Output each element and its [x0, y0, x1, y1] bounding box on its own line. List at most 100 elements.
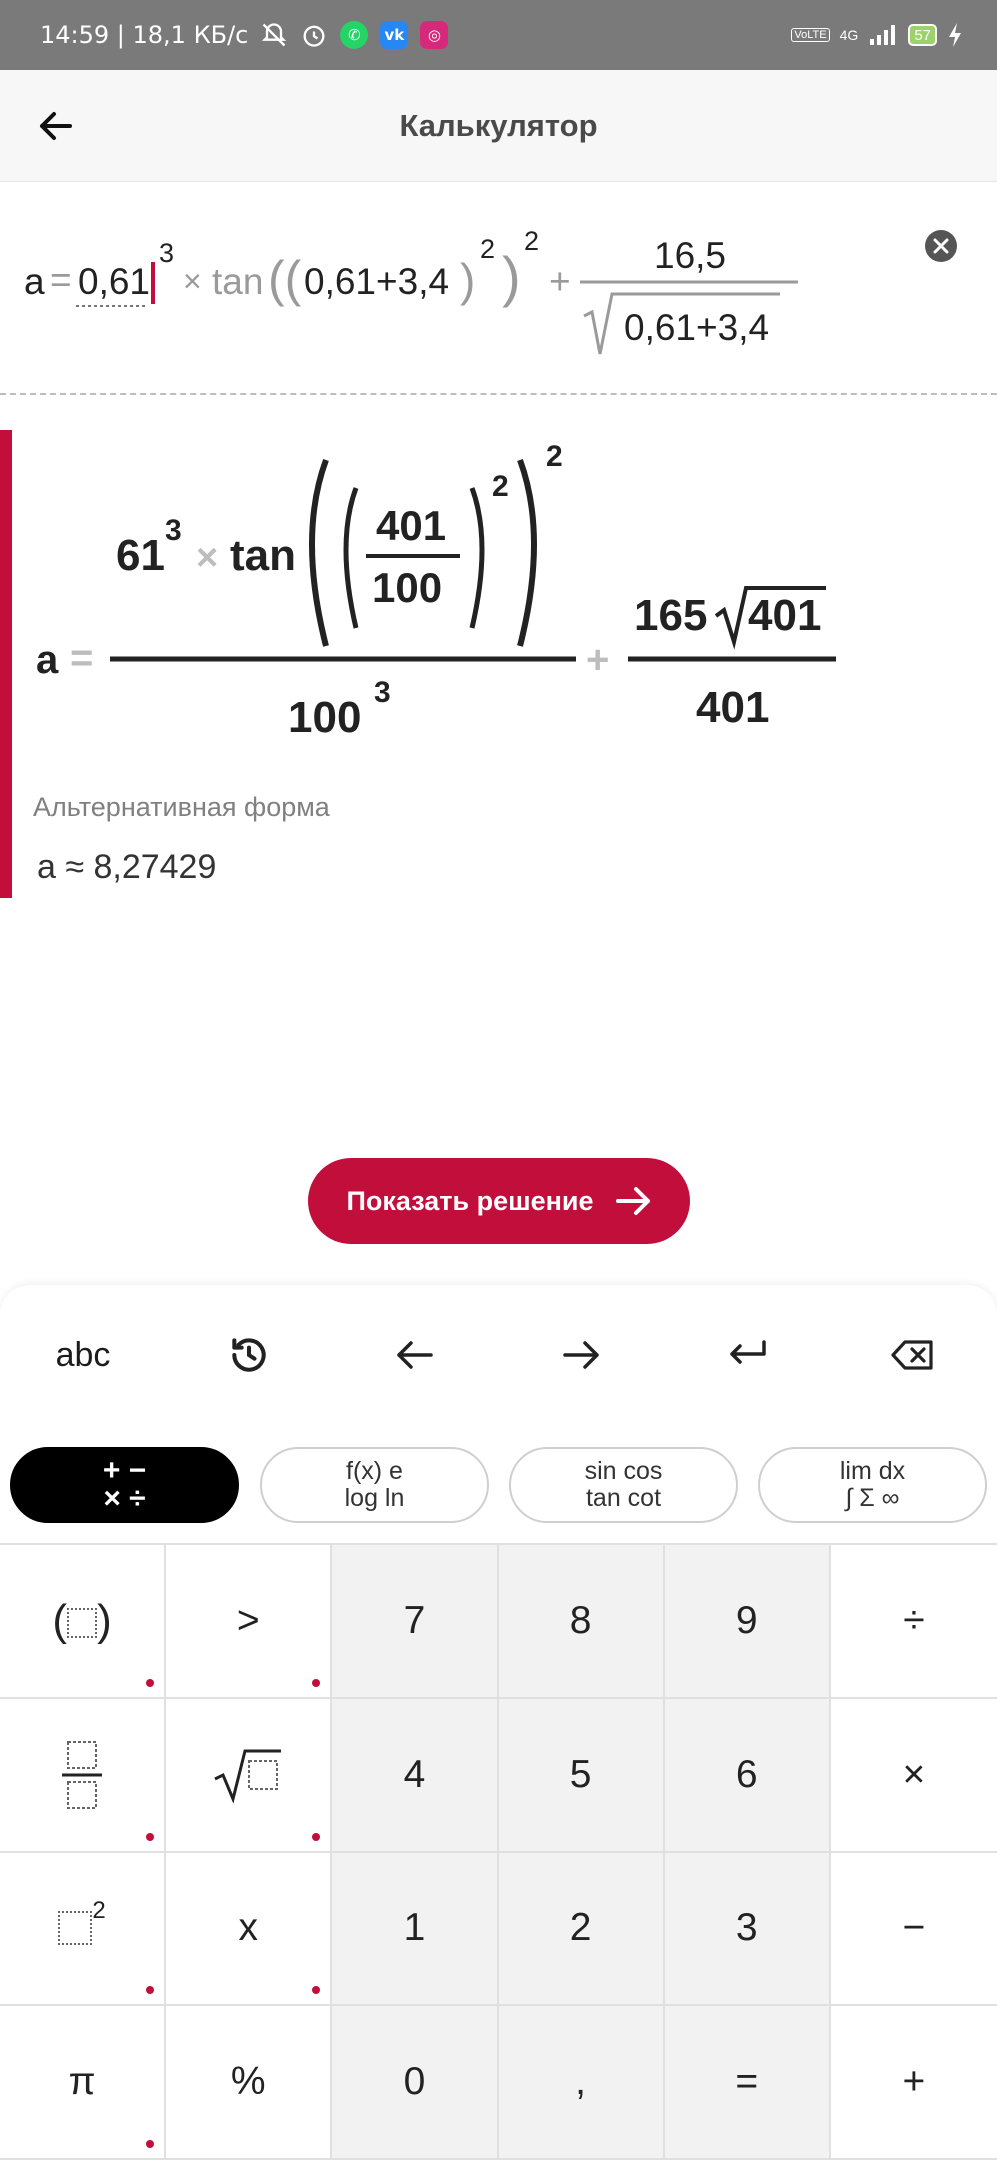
alarm-icon: [303, 25, 325, 47]
bell-off-icon: [262, 23, 287, 47]
greater-than-key[interactable]: >: [166, 1545, 333, 1699]
cursor-right-button[interactable]: [526, 1322, 636, 1388]
arrow-right-icon: [615, 1187, 650, 1215]
input-exp3: 3: [159, 238, 174, 268]
minus-label: −: [902, 1906, 926, 1950]
decimal-comma-label: ,: [575, 2060, 586, 2104]
multiply-key[interactable]: ×: [830, 1699, 997, 1853]
more-options-dot: [312, 1986, 321, 1995]
result-accent-bar: [0, 430, 12, 898]
digit-7-label: 7: [403, 1598, 426, 1642]
show-solution-button[interactable]: Показать решение: [308, 1158, 690, 1244]
square-root-key[interactable]: [166, 1698, 333, 1853]
backspace-button[interactable]: [858, 1322, 968, 1388]
plus-label: +: [902, 2060, 926, 2104]
result-frac2-rad: 401: [748, 591, 821, 640]
more-options-dot: [312, 1832, 321, 1841]
input-equals: =: [50, 259, 72, 300]
percent-key[interactable]: %: [166, 2006, 333, 2160]
status-left: 14:59 | 18,1 КБ/с ✆ vk ◎: [40, 0, 449, 70]
app-header: Калькулятор: [0, 70, 997, 182]
pi-key[interactable]: π: [0, 2006, 167, 2160]
history-button[interactable]: [194, 1322, 304, 1388]
input-formula[interactable]: a = 0,61 3 × tan (( 0,61+3,4 ) 2 ) 2 + 1…: [0, 182, 880, 392]
result-plus: +: [586, 638, 609, 682]
network-label: 4G: [839, 27, 859, 43]
result-outer-close-paren: [517, 458, 537, 647]
tab-calculus[interactable]: lim dx ∫ Σ ∞: [758, 1447, 987, 1523]
result-inner-open-paren: [343, 487, 359, 629]
digit-8-label: 8: [569, 1598, 592, 1642]
digit-3-key[interactable]: 3: [664, 1852, 831, 2007]
result-den-base: 100: [288, 693, 361, 742]
clear-input-icon[interactable]: [924, 229, 958, 263]
result-num-exp: 3: [165, 514, 182, 547]
decimal-comma-key[interactable]: ,: [498, 2006, 665, 2160]
digit-9-key[interactable]: 9: [664, 1545, 831, 1699]
enter-button[interactable]: [692, 1322, 802, 1388]
whatsapp-icon: ✆: [340, 21, 369, 49]
pi-label: π: [68, 2060, 96, 2104]
alternative-form-label: Альтернативная форма: [33, 792, 330, 822]
more-options-dot: [146, 2140, 155, 2148]
history-icon: [232, 1338, 266, 1372]
digit-1-key[interactable]: 1: [332, 1852, 499, 2007]
input-times: ×: [183, 263, 202, 299]
cursor-left-button[interactable]: [360, 1322, 470, 1388]
square-exponent: 2: [92, 1896, 106, 1924]
fraction-key[interactable]: [0, 1698, 167, 1853]
digit-6-label: 6: [735, 1752, 758, 1796]
chip-line2: ∫ Σ ∞: [845, 1484, 900, 1512]
input-open-parens: ((: [268, 251, 302, 307]
battery-icon: 57: [908, 24, 937, 46]
plus-key[interactable]: +: [830, 2006, 997, 2160]
chip-line1: lim dx: [839, 1457, 906, 1485]
input-frac-num: 16,5: [654, 235, 726, 276]
battery-level: 57: [914, 26, 931, 44]
minus-key[interactable]: −: [830, 1853, 997, 2007]
digit-4-key[interactable]: 4: [332, 1698, 499, 1853]
digit-2-key[interactable]: 2: [498, 1852, 665, 2007]
result-func: tan: [230, 531, 296, 580]
tab-basic-operators[interactable]: + − × ÷: [10, 1447, 239, 1523]
tab-trigonometry[interactable]: sin cos tan cot: [509, 1447, 738, 1523]
status-right: VoLTE 4G 57: [791, 0, 963, 70]
input-exp2-outer: 2: [524, 226, 539, 256]
square-root-icon: [214, 1749, 282, 1803]
input-inner: 0,61+3,4: [304, 261, 449, 302]
signal-icon: [870, 25, 896, 45]
input-close-paren2: ): [502, 245, 521, 308]
parentheses-key[interactable]: (): [0, 1545, 167, 1699]
result-formula: a = 61 3 × tan 401 100 2 2 100 3 + 165 4…: [36, 440, 836, 742]
digit-9-label: 9: [735, 1598, 758, 1642]
chip-line1: + −: [102, 1454, 147, 1487]
equals-key[interactable]: =: [664, 2006, 831, 2160]
result-den-exp: 3: [374, 676, 391, 709]
result-outer-exp: 2: [546, 440, 563, 473]
tab-functions[interactable]: f(x) e log ln: [260, 1447, 489, 1523]
arrow-left-icon: [397, 1341, 433, 1369]
square-key[interactable]: 2: [0, 1852, 167, 2007]
arrow-right-icon: [563, 1341, 599, 1369]
result-frac2-den: 401: [696, 683, 769, 732]
variable-x-key[interactable]: x: [166, 1852, 333, 2007]
more-options-dot: [312, 1678, 321, 1687]
parentheses-icon: (): [52, 1595, 112, 1645]
abc-keyboard-button[interactable]: abc: [28, 1322, 138, 1388]
digit-8-key[interactable]: 8: [498, 1545, 665, 1699]
digit-0-key[interactable]: 0: [332, 2006, 499, 2160]
divide-key[interactable]: ÷: [830, 1545, 997, 1699]
digit-2-label: 2: [569, 1906, 592, 1950]
variable-x-label: x: [238, 1906, 258, 1950]
multiply-label: ×: [902, 1752, 926, 1796]
result-lhs: a: [36, 638, 59, 682]
result-inner-close-paren: [469, 487, 485, 629]
more-options-dot: [146, 1832, 155, 1841]
greater-than-label: >: [236, 1598, 260, 1642]
digit-5-key[interactable]: 5: [498, 1698, 665, 1853]
input-close-paren: ): [460, 254, 475, 306]
digit-6-key[interactable]: 6: [664, 1698, 831, 1853]
more-options-dot: [146, 1986, 155, 1995]
digit-7-key[interactable]: 7: [332, 1545, 499, 1699]
abc-label: abc: [55, 1335, 111, 1374]
